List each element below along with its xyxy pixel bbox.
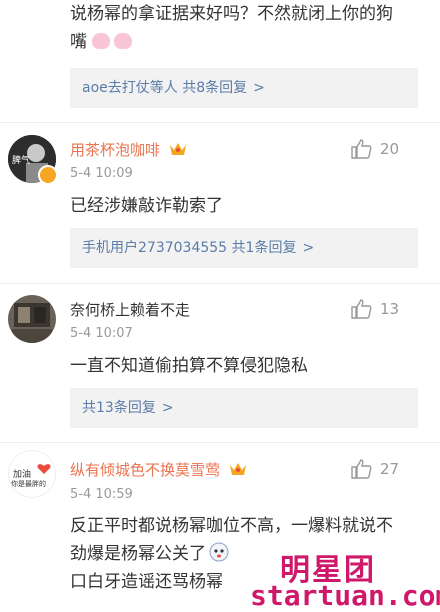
reply-users-link[interactable]: 手机用户2737034555	[82, 240, 227, 256]
member-crown-icon	[229, 463, 246, 475]
pig-emoji-icon	[92, 33, 111, 49]
reply-count-link[interactable]: 共8条回复	[182, 80, 247, 96]
pig-emoji-icon	[114, 33, 133, 49]
reply-summary-box[interactable]: 手机用户2737034555 共1条回复 >	[70, 228, 418, 268]
thumbs-up-icon	[351, 139, 372, 159]
avatar[interactable]: 加油 你是最胖的	[8, 450, 56, 498]
comment-username[interactable]: 用茶杯泡咖啡	[70, 139, 187, 160]
chevron-right-icon: >	[302, 240, 315, 256]
divider	[0, 283, 440, 284]
like-button[interactable]: 27	[350, 458, 399, 480]
heart-icon	[37, 464, 51, 474]
reply-count-link[interactable]: 共1条回复	[232, 240, 297, 256]
watermark: 明星团 startuan.com	[250, 545, 440, 612]
emoji-face-icon	[209, 542, 229, 562]
reply-summary-box[interactable]: aoe去打仗等人 共8条回复 >	[70, 68, 418, 108]
comment-timestamp: 5-4 10:09	[70, 166, 133, 181]
divider	[0, 122, 440, 123]
comment-text: 已经涉嫌敲诈勒索了	[70, 196, 223, 216]
comment-username[interactable]: 纵有倾城色不换莫雪莺	[70, 459, 247, 480]
comment-username[interactable]: 奈何桥上赖着不走	[70, 299, 190, 320]
like-count: 27	[380, 460, 400, 478]
avatar[interactable]	[8, 295, 56, 343]
chevron-right-icon: >	[253, 80, 265, 96]
verified-badge-icon	[38, 165, 58, 185]
like-button[interactable]: 13	[350, 298, 399, 320]
like-button[interactable]: 20	[350, 138, 399, 160]
avatar-caption: 你是最胖的	[11, 480, 46, 488]
comment-text-top: 说杨幂的拿证据来好吗？不然就闭上你的狗 嘴	[70, 0, 430, 56]
reply-summary-box[interactable]: 共13条回复 >	[70, 388, 418, 428]
chevron-right-icon: >	[161, 400, 174, 416]
avatar-caption: 脾气	[12, 156, 31, 166]
comment-text-line: 嘴	[70, 28, 430, 56]
comment-timestamp: 5-4 10:59	[70, 487, 133, 502]
comment-text-line: 反正平时都说杨幂咖位不高，一爆料就说不	[70, 516, 393, 536]
thumbs-up-icon	[351, 299, 372, 319]
like-count: 13	[380, 300, 400, 318]
watermark-url-text: startuan.com	[250, 579, 440, 612]
comment-timestamp: 5-4 10:07	[70, 326, 133, 341]
reply-count-link[interactable]: 共13条回复	[82, 400, 156, 416]
like-count: 20	[380, 140, 400, 158]
reply-users-suffix: 等人	[149, 80, 178, 96]
reply-users-link[interactable]: aoe去打仗	[82, 80, 150, 96]
comment-text: 一直不知道偷拍算不算侵犯隐私	[70, 356, 308, 376]
comment-text-line: 说杨幂的拿证据来好吗？不然就闭上你的狗	[70, 4, 393, 24]
divider	[0, 442, 440, 443]
thumbs-up-icon	[351, 459, 372, 479]
member-crown-icon	[169, 143, 186, 155]
